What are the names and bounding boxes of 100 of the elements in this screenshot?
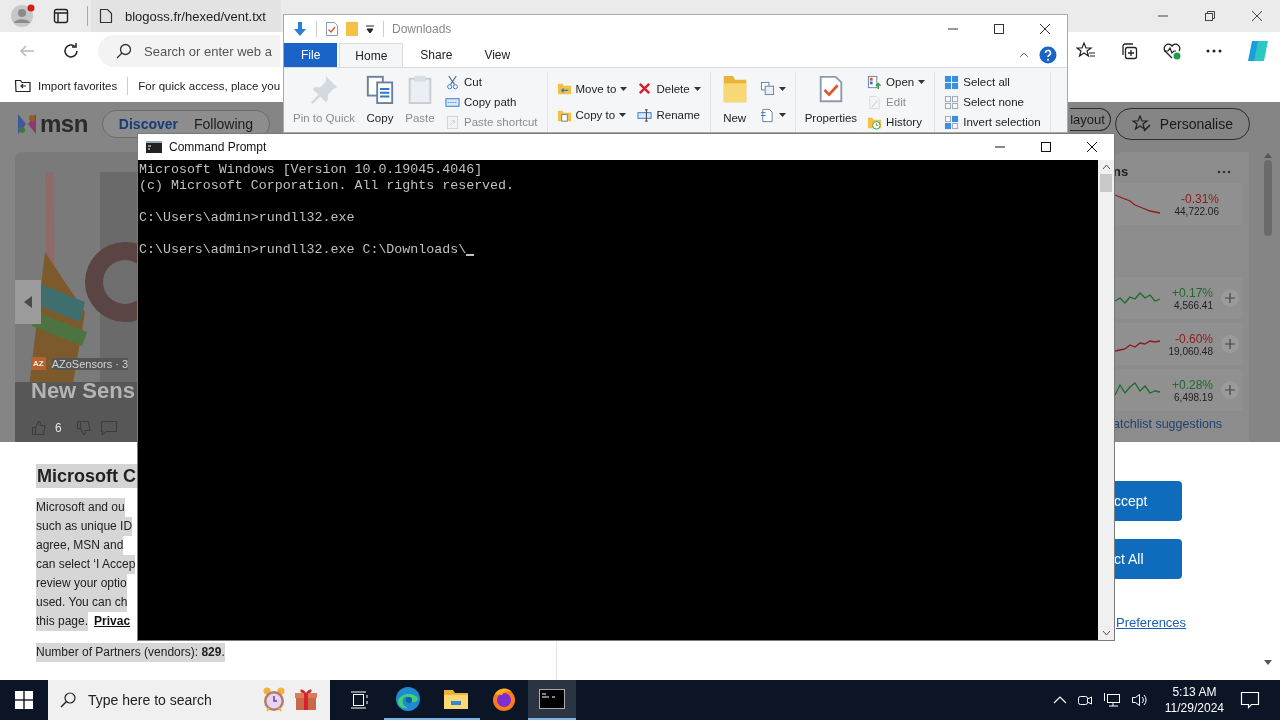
- sparkline-chart: [1113, 192, 1163, 216]
- more-icon[interactable]: [1206, 49, 1222, 53]
- ribbon-button[interactable]: Move to: [553, 78, 631, 99]
- help-icon[interactable]: [1039, 46, 1057, 64]
- ribbon-button[interactable]: Copy to: [553, 105, 631, 126]
- plus-icon: [1225, 293, 1235, 303]
- ribbon-tab[interactable]: View: [469, 43, 526, 67]
- rename-icon: [637, 107, 653, 123]
- pin-icon: [309, 74, 339, 104]
- close-icon[interactable]: [1251, 10, 1263, 22]
- firefox-icon: [491, 686, 517, 712]
- ribbon-button[interactable]: Cut: [442, 72, 541, 92]
- properties-icon[interactable]: [325, 21, 339, 37]
- volume-icon[interactable]: [1130, 692, 1149, 708]
- ribbon-tab[interactable]: File: [284, 43, 338, 67]
- task-view-icon: [350, 691, 370, 709]
- caret-icon: [620, 86, 628, 91]
- scroll-down-icon[interactable]: [1101, 630, 1111, 636]
- close-icon[interactable]: [1086, 141, 1098, 153]
- edge-icon: [395, 686, 421, 712]
- ribbon-button[interactable]: Delete: [634, 78, 704, 99]
- ribbon-button[interactable]: Copy: [362, 72, 398, 132]
- profile-avatar-icon[interactable]: [10, 3, 36, 29]
- scroll-down-icon[interactable]: [1264, 660, 1272, 666]
- empty-grid-icon: [944, 94, 960, 110]
- stock-change: -0.60%: [1174, 331, 1213, 346]
- stock-row[interactable]: -0.31% 44,722.06: [1113, 183, 1243, 225]
- documents-icon: [365, 74, 395, 104]
- terminal-icon: [539, 689, 565, 709]
- heart-monitor-icon[interactable]: [1162, 42, 1182, 60]
- favorites-icon[interactable]: [1076, 42, 1096, 60]
- stock-value: 4,566.41: [1174, 299, 1213, 311]
- ribbon-tab[interactable]: Share: [405, 43, 468, 67]
- scrollbar-thumb[interactable]: [1264, 160, 1272, 236]
- like-count: 6: [55, 421, 62, 435]
- scrollbar-thumb[interactable]: [1100, 174, 1112, 192]
- search-icon: [60, 692, 76, 708]
- terminal-icon: [146, 141, 162, 153]
- ribbon-button[interactable]: New: [716, 72, 753, 132]
- delete-icon: [637, 81, 653, 97]
- gift-icon: [294, 687, 318, 711]
- restore-icon[interactable]: [1204, 10, 1216, 22]
- ribbon-button[interactable]: Select all: [941, 72, 1044, 92]
- taskbar-search-field[interactable]: Type here to search: [48, 680, 330, 720]
- stock-row[interactable]: +0.28% 6,498.19: [1113, 369, 1243, 411]
- down-arrow-icon[interactable]: [292, 21, 308, 37]
- ribbon-tab[interactable]: Home: [339, 43, 404, 67]
- window-title: Command Prompt: [169, 140, 267, 154]
- consent-button[interactable]: ccept: [1114, 481, 1182, 521]
- thumbs-up-icon[interactable]: [31, 420, 47, 436]
- partners-count: Number of Partners (vendors): 829.: [36, 643, 225, 662]
- grid-icon: [944, 74, 960, 90]
- close-icon[interactable]: [1039, 23, 1051, 35]
- windows-logo-icon: [15, 691, 33, 709]
- source-logo: AZ: [31, 357, 46, 370]
- window-title: Downloads: [392, 22, 452, 36]
- left-arrow-icon: [23, 295, 33, 309]
- stock-value: 6,498.19: [1174, 391, 1213, 403]
- maximize-icon[interactable]: [1040, 141, 1052, 153]
- clock-time[interactable]: 5:13 AM: [1172, 684, 1217, 700]
- copilot-icon[interactable]: [1246, 40, 1270, 62]
- taskbar-app-button[interactable]: [528, 680, 576, 720]
- import-favorites-icon: [14, 78, 32, 94]
- ribbon-button[interactable]: Copy path: [442, 92, 541, 112]
- plus-icon: [1225, 339, 1235, 349]
- ribbon-button[interactable]: Invert selection: [941, 112, 1044, 132]
- clock-date[interactable]: 11/29/2024: [1164, 700, 1224, 716]
- edit-icon: [867, 94, 883, 110]
- plus-icon: [1225, 385, 1235, 395]
- caret-icon: [619, 113, 627, 118]
- document-icon: [759, 107, 775, 123]
- network-icon[interactable]: [1102, 692, 1121, 708]
- refresh-icon[interactable]: [62, 42, 80, 60]
- ribbon-button[interactable]: Properties: [801, 72, 861, 132]
- collections-icon[interactable]: [1120, 42, 1138, 60]
- stock-row[interactable]: +0.17% 4,566.41: [1113, 277, 1243, 319]
- import-favorites-link[interactable]: Import favorites: [38, 80, 118, 92]
- maximize-icon[interactable]: [993, 23, 1005, 35]
- ribbon-button[interactable]: Rename: [634, 105, 704, 126]
- scroll-up-icon[interactable]: [1101, 164, 1111, 170]
- address-field[interactable]: Search or enter web a: [98, 35, 280, 67]
- console-line: (c) Microsoft Corporation. All rights reserved.: [139, 178, 515, 194]
- scissors-icon: [445, 74, 460, 90]
- caret-icon[interactable]: [365, 24, 375, 34]
- msn-logo-text: msn: [40, 110, 88, 138]
- tab-actions-icon[interactable]: [53, 8, 69, 24]
- previous-button[interactable]: [15, 280, 41, 324]
- privacy-link[interactable]: Privac: [94, 612, 131, 631]
- caret-icon: [778, 113, 786, 118]
- stock-row[interactable]: -0.60% 19,060.48: [1113, 323, 1243, 365]
- invert-selection-icon: [944, 114, 960, 130]
- ribbon-button[interactable]: Open: [864, 72, 929, 92]
- notification-icon[interactable]: [1240, 691, 1260, 709]
- stock-change: +0.17%: [1171, 285, 1213, 300]
- ribbon-button[interactable]: Select none: [941, 92, 1044, 112]
- nav-tab[interactable]: Following: [188, 114, 260, 134]
- browser-tab[interactable]: blogoss.fr/hexed/vent.txt: [91, 0, 281, 32]
- thumbs-down-icon[interactable]: [75, 420, 92, 436]
- consent-button[interactable]: ct All: [1114, 539, 1182, 579]
- ribbon-button[interactable]: History: [864, 112, 929, 132]
